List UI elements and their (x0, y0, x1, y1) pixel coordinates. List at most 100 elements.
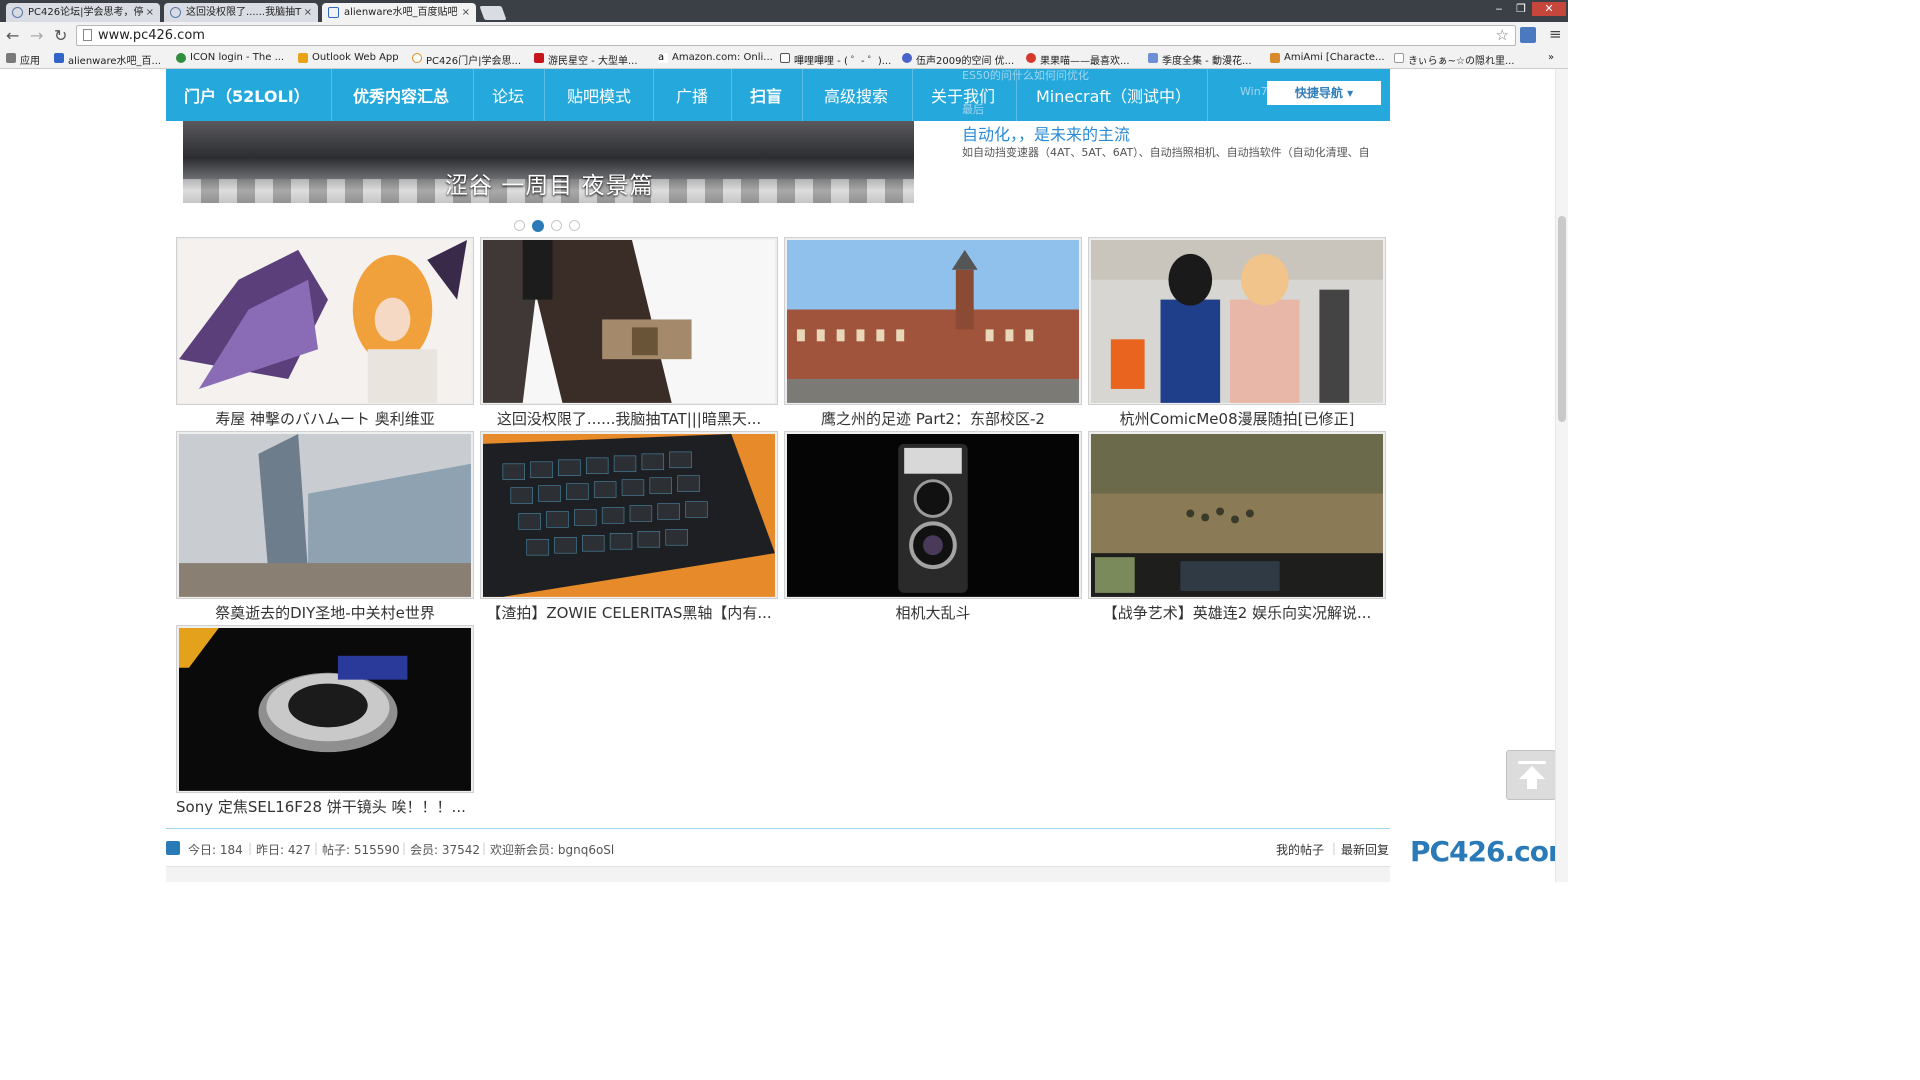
bookmark-item[interactable]: alienware水吧_百... (54, 52, 161, 67)
gallery-thumbnail[interactable] (480, 431, 778, 599)
site-logo[interactable]: PC426.com (1410, 835, 1568, 868)
stat-welcome[interactable]: 欢迎新会员: bgnq6oSl (490, 841, 614, 858)
forward-arrow-icon[interactable]: → (30, 26, 43, 45)
bookmark-item[interactable]: 果果喵——最喜欢... (1026, 52, 1130, 67)
extension-icon[interactable] (1520, 27, 1536, 43)
gallery-title[interactable]: 祭奠逝去的DIY圣地-中关村e世界 (176, 602, 474, 623)
tab-title: 这回没权限了......我脑抽T (186, 7, 302, 18)
gallery-thumbnail[interactable] (176, 625, 474, 793)
featured-slider[interactable]: 涩谷 一周目 夜景篇 (183, 121, 914, 203)
menu-icon[interactable]: ≡ (1549, 25, 1562, 43)
address-bar[interactable]: www.pc426.com ☆ (76, 25, 1516, 46)
nav-item-minecraft[interactable]: Minecraft（测试中） (1036, 69, 1191, 121)
gallery-title[interactable]: Sony 定焦SEL16F28 饼干镜头 唉！！！... (176, 796, 474, 817)
gallery-title[interactable]: 鹰之州的足迹 Part2：东部校区-2 (784, 408, 1082, 429)
browser-tab-1[interactable]: PC426论坛|学会思考，停 × (6, 3, 160, 22)
url-text[interactable]: www.pc426.com (98, 28, 205, 43)
stat-divider: | (314, 841, 319, 855)
tower-image (179, 434, 471, 597)
side-article-desc: 如自动挡变速器（4AT、5AT、6AT）、自动挡照相机、自动挡软件（自动化清理、… (962, 146, 1370, 159)
back-arrow-icon[interactable]: ← (6, 26, 19, 45)
nav-item-best-content[interactable]: 优秀内容汇总 (348, 69, 454, 121)
gallery-thumbnail[interactable] (1088, 237, 1386, 405)
tv-icon (780, 53, 790, 63)
bookmark-item[interactable]: 伍声2009的空间 优... (902, 52, 1014, 67)
gallery-thumbnail[interactable] (1088, 431, 1386, 599)
nav-divider (544, 69, 545, 121)
bookmark-item[interactable]: 季度全集 - 動漫花... (1148, 52, 1252, 67)
stocking-image (483, 240, 775, 403)
latest-reply-link[interactable]: 最新回复 (1341, 841, 1389, 858)
slider-dot[interactable] (551, 220, 562, 231)
bookmark-item[interactable]: きぃらぁ~☆の隠れ里... (1394, 52, 1514, 67)
cosplay-image (1091, 240, 1383, 403)
gallery-title[interactable]: 【战争艺术】英雄连2 娱乐向实况解说... (1088, 602, 1386, 623)
stat-yesterday: 昨日: 427 (256, 843, 311, 857)
keyboard-image (483, 434, 775, 597)
nav-item-portal[interactable]: 门户（52LOLI） (184, 69, 310, 121)
bookmark-item[interactable]: 嗶哩嗶哩 - ( ゜- ゜)... (780, 52, 891, 67)
gallery-title[interactable]: 杭州ComicMe08漫展随拍[已修正] (1088, 408, 1386, 429)
nav-item-forum[interactable]: 论坛 (488, 69, 528, 121)
gallery-thumbnail[interactable] (176, 431, 474, 599)
amazon-icon: a (658, 53, 668, 63)
page-scrollbar[interactable] (1555, 69, 1568, 882)
bookmark-item[interactable]: ICON login - The ... (176, 52, 284, 63)
nav-item-advanced-search[interactable]: 高级搜索 (821, 69, 891, 121)
quick-nav-button[interactable]: 快捷导航 ▾ (1267, 81, 1381, 105)
nav-item-about-us[interactable]: 关于我们 (928, 69, 998, 121)
forum-stats-bar: 今日: 184 | 昨日: 427 | 帖子: 515590 | 会员: 375… (166, 828, 1390, 865)
bookmark-favicon-icon (412, 53, 422, 63)
side-article-title[interactable]: 自动化，，是未来的主流 (962, 121, 1130, 145)
reload-icon[interactable]: ↻ (54, 26, 67, 45)
browser-tab-2[interactable]: 这回没权限了......我脑抽T × (164, 3, 318, 22)
tab-close-icon[interactable]: × (304, 3, 312, 22)
slider-caption: 涩谷 一周目 夜景篇 (445, 173, 654, 199)
stat-divider: | (482, 841, 487, 855)
bookmark-item[interactable]: Outlook Web App (298, 52, 399, 63)
nav-item-broadcast[interactable]: 广播 (672, 69, 712, 121)
bookmark-item[interactable]: PC426门户|学会思... (412, 52, 521, 67)
forum-section-header (166, 866, 1390, 882)
slider-dot-active[interactable] (532, 220, 544, 232)
slider-dot[interactable] (569, 220, 580, 231)
bookmarks-overflow-icon[interactable]: » (1548, 52, 1554, 63)
nav-item-basics[interactable]: 扫盲 (748, 69, 784, 121)
gallery-thumbnail[interactable] (176, 237, 474, 405)
nav-divider (1207, 69, 1208, 121)
bookmark-star-icon[interactable]: ☆ (1496, 26, 1509, 44)
gallery-title[interactable]: 【渣拍】ZOWIE CELERITAS黑轴【内有... (480, 602, 778, 623)
browser-toolbar: ← → ↻ www.pc426.com ☆ ≡ (0, 22, 1568, 49)
game-image (1091, 434, 1383, 597)
scrollbar-thumb[interactable] (1558, 216, 1566, 422)
new-tab-button[interactable] (479, 6, 507, 20)
minimize-button[interactable]: ‒ (1488, 2, 1510, 16)
bookmark-item[interactable]: 游民星空 - 大型单... (534, 52, 638, 67)
back-to-top-button[interactable] (1506, 750, 1556, 800)
browser-tab-3[interactable]: alienware水吧_百度贴吧 × (322, 3, 476, 22)
tab-close-icon[interactable]: × (146, 3, 154, 22)
restore-button[interactable]: ❐ (1510, 2, 1532, 16)
bookmark-item[interactable]: 应用 (6, 52, 40, 67)
bookmark-item[interactable]: a Amazon.com: Onli... (658, 52, 773, 63)
gallery-title[interactable]: 相机大乱斗 (784, 602, 1082, 623)
stat-divider: | (402, 841, 407, 855)
nav-divider (331, 69, 332, 121)
gallery-title[interactable]: 寿屋 神撃のバハムート 奥利维亚 (176, 408, 474, 429)
tab-title: alienware水吧_百度贴吧 (344, 7, 458, 18)
gallery-thumbnail[interactable] (784, 237, 1082, 405)
bookmark-item[interactable]: AmiAmi [Characte... (1270, 52, 1385, 63)
camera-image (787, 434, 1079, 597)
my-posts-link[interactable]: 我的帖子 (1276, 841, 1324, 858)
window-close-button[interactable]: ✕ (1532, 2, 1566, 16)
tieba-favicon-icon (328, 7, 339, 18)
slider-dot[interactable] (514, 220, 525, 231)
bookmark-favicon-icon (1270, 53, 1280, 63)
nav-divider (731, 69, 732, 121)
tab-close-icon[interactable]: × (462, 3, 470, 22)
stat-today: 今日: 184 (188, 843, 243, 857)
gallery-title[interactable]: 这回没权限了......我脑抽TAT|||暗黑天... (480, 408, 778, 429)
gallery-thumbnail[interactable] (480, 237, 778, 405)
nav-item-tieba-mode[interactable]: 贴吧模式 (564, 69, 634, 121)
gallery-thumbnail[interactable] (784, 431, 1082, 599)
